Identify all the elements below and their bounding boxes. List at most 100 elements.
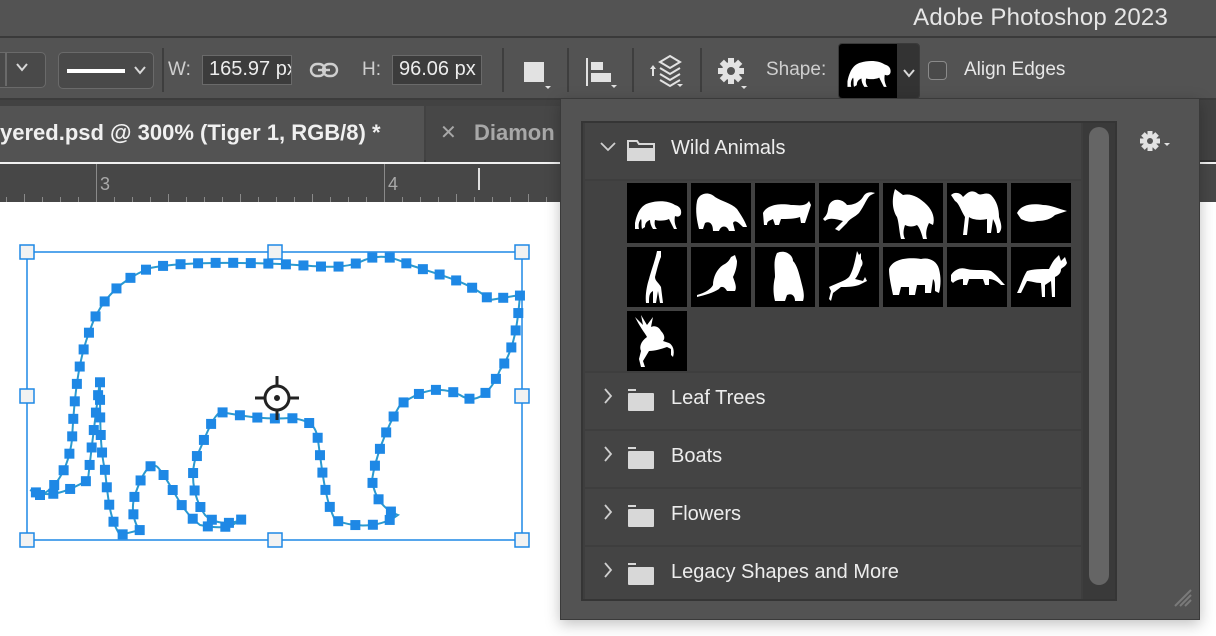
anchor-point[interactable] <box>367 519 378 530</box>
shape-rhinoceros[interactable] <box>755 183 815 243</box>
shape-giraffe[interactable] <box>627 247 687 307</box>
anchor-point[interactable] <box>49 480 60 491</box>
anchor-point[interactable] <box>176 500 187 511</box>
anchor-point[interactable] <box>167 485 178 496</box>
group-flowers[interactable]: Flowers <box>585 489 1081 545</box>
shape-picker-button[interactable] <box>838 43 920 99</box>
anchor-point[interactable] <box>384 252 395 263</box>
anchor-point[interactable] <box>80 476 91 487</box>
anchor-point[interactable] <box>97 447 108 458</box>
anchor-point[interactable] <box>64 448 75 459</box>
anchor-point[interactable] <box>367 252 378 263</box>
anchor-point[interactable] <box>90 311 101 322</box>
group-leaf-trees[interactable]: Leaf Trees <box>585 373 1081 429</box>
anchor-point[interactable] <box>158 260 169 271</box>
shape-list[interactable]: Wild Animals Leaf Trees Boats Flowers Le… <box>581 121 1117 601</box>
anchor-point[interactable] <box>490 373 501 384</box>
anchor-point[interactable] <box>314 450 325 461</box>
anchor-point[interactable] <box>480 387 491 398</box>
path-operations-icon[interactable] <box>522 60 552 95</box>
anchor-point[interactable] <box>417 264 428 275</box>
width-input[interactable]: 165.97 px <box>202 55 292 85</box>
anchor-point[interactable] <box>88 425 99 436</box>
anchor-point[interactable] <box>128 509 139 520</box>
anchor-point[interactable] <box>187 513 198 524</box>
anchor-point[interactable] <box>48 488 59 499</box>
anchor-point[interactable] <box>99 296 110 307</box>
anchor-point[interactable] <box>481 292 492 303</box>
chevron-right-icon[interactable] <box>599 503 617 527</box>
anchor-point[interactable] <box>193 258 204 269</box>
anchor-point[interactable] <box>369 460 380 471</box>
group-legacy-shapes[interactable]: Legacy Shapes and More <box>585 547 1081 599</box>
shape-ostrich[interactable] <box>819 183 879 243</box>
anchor-point[interactable] <box>430 384 441 395</box>
gear-icon[interactable] <box>716 56 752 95</box>
anchor-point[interactable] <box>350 520 361 531</box>
anchor-point[interactable] <box>374 443 385 454</box>
fill-dropdown[interactable] <box>0 52 46 88</box>
anchor-point[interactable] <box>373 494 384 505</box>
anchor-point[interactable] <box>467 282 478 293</box>
path-arrangement-icon[interactable] <box>648 54 688 95</box>
anchor-point[interactable] <box>388 411 399 422</box>
anchor-point[interactable] <box>320 484 331 495</box>
anchor-point[interactable] <box>312 432 323 443</box>
anchor-point[interactable] <box>298 260 309 271</box>
anchor-point[interactable] <box>287 413 298 424</box>
shape-kangaroo[interactable] <box>691 247 751 307</box>
chevron-right-icon[interactable] <box>599 445 617 469</box>
anchor-point[interactable] <box>217 407 228 418</box>
anchor-point[interactable] <box>58 465 69 476</box>
anchor-point[interactable] <box>228 257 239 268</box>
scrollbar-thumb[interactable] <box>1089 127 1109 585</box>
anchor-point[interactable] <box>398 397 409 408</box>
anchor-point[interactable] <box>434 269 445 280</box>
anchor-point[interactable] <box>384 514 395 525</box>
anchor-point[interactable] <box>78 344 89 355</box>
anchor-point[interactable] <box>413 388 424 399</box>
group-wild-animals[interactable]: Wild Animals <box>585 123 1081 179</box>
anchor-point[interactable] <box>158 470 169 481</box>
anchor-point[interactable] <box>381 427 392 438</box>
anchor-point[interactable] <box>69 396 80 407</box>
anchor-point[interactable] <box>510 325 521 336</box>
anchor-point[interactable] <box>90 407 101 418</box>
shape-wolf[interactable] <box>883 183 943 243</box>
anchor-point[interactable] <box>506 342 517 353</box>
anchor-point[interactable] <box>68 413 79 424</box>
anchor-point[interactable] <box>324 501 335 512</box>
shape-gazelle[interactable] <box>819 247 879 307</box>
shape-elephant[interactable] <box>883 247 943 307</box>
anchor-point[interactable] <box>333 516 344 527</box>
anchor-point[interactable] <box>99 464 110 475</box>
chevron-right-icon[interactable] <box>599 561 617 585</box>
anchor-point[interactable] <box>210 257 221 268</box>
anchor-point[interactable] <box>84 459 95 470</box>
shape-lion[interactable] <box>691 183 751 243</box>
anchor-point[interactable] <box>464 393 475 404</box>
height-input[interactable]: 96.06 px <box>392 55 482 85</box>
anchor-point[interactable] <box>108 516 119 527</box>
anchor-point[interactable] <box>86 442 97 453</box>
anchor-point[interactable] <box>513 308 524 319</box>
anchor-point[interactable] <box>71 378 82 389</box>
anchor-point[interactable] <box>135 475 146 486</box>
anchor-point[interactable] <box>206 418 217 429</box>
anchor-point[interactable] <box>451 275 462 286</box>
anchor-point[interactable] <box>134 525 145 536</box>
anchor-point[interactable] <box>65 483 76 494</box>
shape-deer[interactable] <box>627 311 687 371</box>
anchor-point[interactable] <box>125 272 136 283</box>
anchor-point[interactable] <box>304 418 315 429</box>
anchor-point[interactable] <box>236 514 247 525</box>
path-alignment-icon[interactable] <box>586 56 620 95</box>
anchor-point[interactable] <box>111 283 122 294</box>
anchor-point[interactable] <box>191 451 202 462</box>
shape-cheetah[interactable] <box>947 247 1007 307</box>
anchor-point[interactable] <box>315 261 326 272</box>
shape-gorilla[interactable] <box>755 247 815 307</box>
close-icon[interactable]: ✕ <box>440 120 457 145</box>
anchor-point[interactable] <box>317 467 328 478</box>
anchor-point[interactable] <box>498 292 509 303</box>
